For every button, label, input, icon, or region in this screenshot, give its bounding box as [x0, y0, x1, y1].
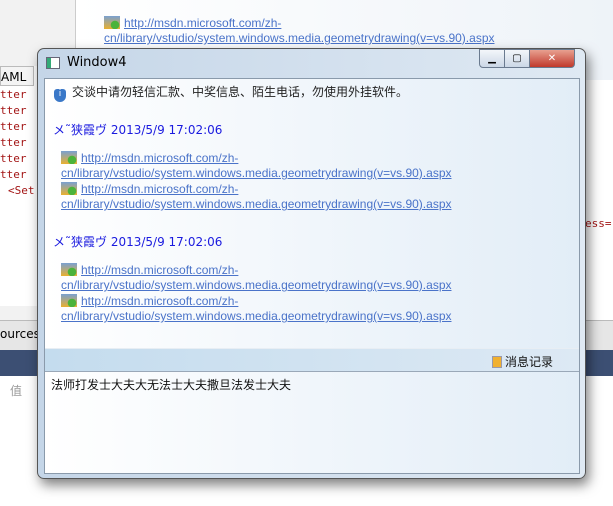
message-sender: メ˜狭霞ヴ 2013/5/9 17:02:06: [53, 235, 223, 249]
value-column: 值: [10, 384, 23, 398]
app-icon: [46, 57, 60, 69]
message-link[interactable]: http://msdn.microsoft.com/zh-cn/library/…: [61, 182, 561, 212]
notice-text: 交谈中请勿轻信汇款、中奖信息、陌生电话，勿使用外挂软件。: [72, 85, 409, 99]
tab-xaml[interactable]: AML: [0, 66, 34, 86]
shield-icon: [61, 263, 77, 276]
code-attr: ess=": [585, 217, 613, 230]
code-line: tter: [0, 152, 27, 165]
maximize-button[interactable]: ▢: [504, 49, 530, 68]
info-shield-icon: i: [54, 89, 66, 102]
security-notice: i 交谈中请勿轻信汇款、中奖信息、陌生电话，勿使用外挂软件。: [54, 83, 408, 102]
code-line: <Set: [8, 184, 35, 197]
code-line: tter: [0, 88, 27, 101]
minimize-button[interactable]: ▁: [479, 49, 505, 68]
shield-icon: [61, 151, 77, 164]
window-title: Window4: [67, 55, 127, 70]
history-icon: [491, 356, 502, 368]
message-link[interactable]: http://msdn.microsoft.com/zh-cn/library/…: [61, 151, 561, 181]
chat-toolbar: 消息记录: [45, 348, 579, 372]
message-sender: メ˜狭霞ヴ 2013/5/9 17:02:06: [53, 123, 223, 137]
code-line: tter: [0, 104, 27, 117]
window-content: i 交谈中请勿轻信汇款、中奖信息、陌生电话，勿使用外挂软件。 メ˜狭霞ヴ 2013…: [44, 78, 580, 474]
message-link[interactable]: http://msdn.microsoft.com/zh-cn/library/…: [61, 294, 561, 324]
close-button[interactable]: ✕: [529, 49, 575, 68]
shield-icon: [61, 182, 77, 195]
chat-window: Window4 ▁ ▢ ✕ i 交谈中请勿轻信汇款、中奖信息、陌生电话，勿使用外挂…: [37, 48, 586, 479]
link-text: http://msdn.microsoft.com/zh-cn/library/…: [61, 182, 452, 211]
link-text: http://msdn.microsoft.com/zh-cn/library/…: [61, 151, 452, 180]
message-input[interactable]: 法师打发士大夫大无法士大夫撒旦法发士大夫: [45, 373, 579, 473]
message-link[interactable]: http://msdn.microsoft.com/zh-cn/library/…: [61, 263, 561, 293]
link-text: http://msdn.microsoft.com/zh-cn/library/…: [61, 263, 452, 292]
link-text: http://msdn.microsoft.com/zh-cn/library/…: [104, 16, 495, 45]
link-text: http://msdn.microsoft.com/zh-cn/library/…: [61, 294, 452, 323]
code-line: tter: [0, 168, 27, 181]
shield-icon: [61, 294, 77, 307]
shield-icon: [104, 16, 120, 29]
code-line: tter: [0, 120, 27, 133]
code-line: tter: [0, 136, 27, 149]
background-link[interactable]: http://msdn.microsoft.com/zh-cn/library/…: [104, 16, 554, 46]
message-history-button[interactable]: 消息记录: [491, 353, 553, 370]
history-label: 消息记录: [504, 355, 553, 369]
